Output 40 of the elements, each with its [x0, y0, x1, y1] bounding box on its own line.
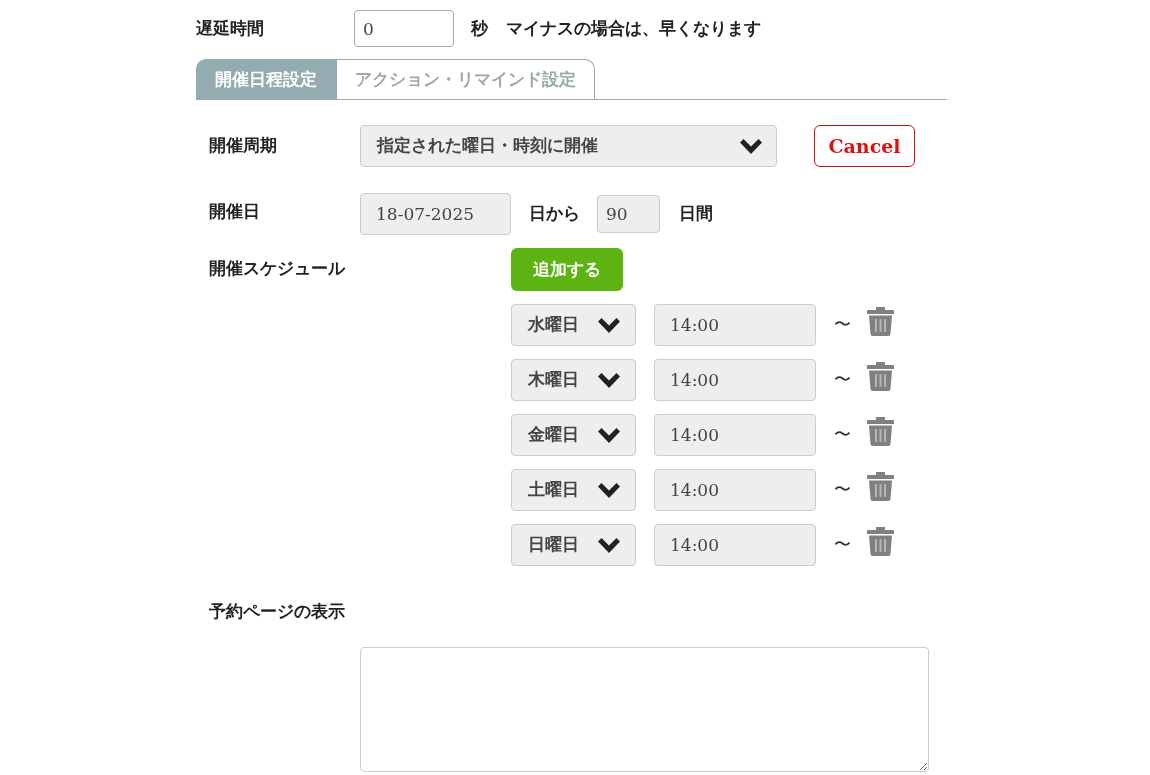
dropdown[interactable]: 木曜日 [511, 359, 636, 401]
trash-icon[interactable] [867, 416, 894, 446]
cancel-button[interactable]: Cancel [814, 125, 915, 167]
chevron-down-icon [598, 372, 620, 388]
trash-icon[interactable] [867, 361, 894, 391]
tilde-text: 〜 [834, 368, 851, 392]
dropdown[interactable]: 土曜日 [511, 469, 636, 511]
dropdown[interactable]: 指定された曜日・時刻に開催 [360, 125, 777, 167]
field-label: 開催スケジュール [209, 257, 347, 280]
dropdown[interactable]: 日曜日 [511, 524, 636, 566]
chevron-down-icon [598, 317, 620, 333]
unit-label: 秒 [471, 16, 488, 40]
tilde-text: 〜 [834, 478, 851, 502]
tilde-text: 〜 [834, 313, 851, 337]
date-input[interactable]: 18-07-2025 [360, 193, 511, 235]
time-input[interactable]: 14:00 [654, 359, 816, 401]
field-label: 開催日 [209, 200, 261, 224]
dropdown[interactable]: 金曜日 [511, 414, 636, 456]
unit-label: 日間 [679, 202, 713, 226]
trash-icon[interactable] [867, 306, 894, 336]
trash-icon[interactable] [867, 471, 894, 501]
time-input[interactable]: 14:00 [654, 414, 816, 456]
field-label: 開催周期 [209, 134, 278, 158]
number-input[interactable]: 0 [354, 10, 454, 47]
field-label: 遅延時間 [196, 16, 265, 40]
chevron-down-icon [598, 427, 620, 443]
unit-label: 日から [529, 202, 580, 226]
tilde-text: 〜 [834, 533, 851, 557]
section-label: 予約ページの表示 [209, 600, 346, 623]
trash-icon[interactable] [867, 526, 894, 556]
time-input[interactable]: 14:00 [654, 524, 816, 566]
chevron-down-icon [598, 537, 620, 553]
dropdown[interactable]: 水曜日 [511, 304, 636, 346]
hint-text: マイナスの場合は、早くなります [506, 16, 761, 40]
time-input[interactable]: 14:00 [654, 469, 816, 511]
tilde-text: 〜 [834, 423, 851, 447]
time-input[interactable]: 14:00 [654, 304, 816, 346]
chevron-down-icon [740, 138, 762, 154]
number-input[interactable]: 90 [597, 195, 660, 233]
chevron-down-icon [598, 482, 620, 498]
